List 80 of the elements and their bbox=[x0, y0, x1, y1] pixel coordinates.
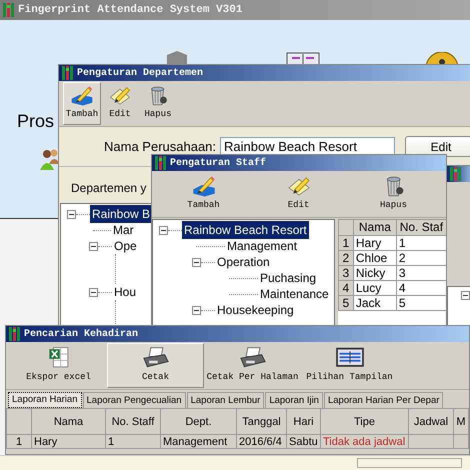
column-header[interactable]: No. Staff bbox=[106, 408, 160, 434]
tree-item[interactable]: Housekeeping bbox=[215, 301, 296, 319]
app-logo-icon bbox=[9, 327, 20, 341]
window-title: Fingerprint Attendance System V301 bbox=[18, 2, 242, 18]
table-cell: Lucy bbox=[353, 280, 396, 296]
tree-item[interactable]: Management bbox=[225, 237, 300, 255]
row-number: 1 bbox=[338, 236, 354, 250]
row-number: 3 bbox=[338, 266, 354, 280]
app-logo-icon bbox=[62, 66, 73, 80]
table-cell: Chloe bbox=[353, 250, 396, 266]
field-label: Departemen y bbox=[71, 181, 146, 195]
row-number: 2 bbox=[338, 250, 354, 266]
tree-item[interactable]: Hou bbox=[112, 283, 138, 301]
toolbar-button[interactable]: Hapus bbox=[139, 82, 177, 125]
toolbar-button[interactable]: Ekspor excel bbox=[10, 343, 107, 388]
expander-icon[interactable] bbox=[192, 258, 201, 266]
column-header[interactable]: Tipe bbox=[320, 408, 408, 434]
table-cell: 1 bbox=[106, 434, 160, 448]
tree-item[interactable]: Rainbow Beach Resort bbox=[182, 221, 309, 239]
table-cell: Management bbox=[160, 434, 236, 448]
header-corner bbox=[338, 220, 354, 236]
company-name-field[interactable]: Rainbow Beach Resort bbox=[220, 136, 396, 156]
toolbar-button[interactable]: Hapus bbox=[346, 172, 441, 216]
report-tab[interactable]: Laporan Pengecualian bbox=[82, 392, 186, 408]
section-heading: Pros bbox=[17, 110, 54, 132]
window-title: Pengaturan Departemen bbox=[77, 66, 204, 80]
toolbar-button[interactable]: Pilihan Tampilan bbox=[301, 343, 398, 388]
column-header[interactable]: Hari bbox=[286, 408, 320, 434]
column-header[interactable]: No. Staf bbox=[396, 220, 446, 236]
tree-item[interactable]: Puchasing bbox=[258, 269, 318, 287]
field-label: Nama Perusahaan: bbox=[104, 138, 216, 156]
column-header[interactable]: Tanggal bbox=[236, 408, 286, 434]
report-tab[interactable]: Laporan Lembur bbox=[186, 392, 264, 408]
report-tab[interactable]: Laporan Harian Per Depar bbox=[324, 392, 444, 408]
tree-item[interactable]: Operation bbox=[215, 253, 272, 271]
report-tab[interactable]: Laporan Harian bbox=[8, 392, 82, 408]
tree-item[interactable]: Rainbow B bbox=[90, 205, 152, 223]
people-icon bbox=[40, 148, 60, 170]
table-cell: 1 bbox=[396, 236, 446, 250]
table-cell: 3 bbox=[396, 266, 446, 280]
table-cell: Jack bbox=[353, 296, 396, 310]
tree-item[interactable]: Mar bbox=[111, 221, 136, 239]
tree-item[interactable]: Ope bbox=[112, 237, 139, 255]
expander-icon[interactable] bbox=[461, 291, 470, 300]
edit-button[interactable]: Edit bbox=[405, 136, 470, 157]
table-cell: 2 bbox=[396, 250, 446, 266]
row-number: 1 bbox=[6, 434, 32, 448]
toolbar-button[interactable]: Tambah bbox=[156, 172, 251, 216]
row-number: 4 bbox=[338, 280, 354, 296]
toolbar-button[interactable]: Edit bbox=[101, 82, 139, 125]
table-cell: Sabtu bbox=[286, 434, 320, 448]
report-tab[interactable]: Laporan Ijin bbox=[265, 392, 323, 408]
table-cell: 5 bbox=[396, 296, 446, 310]
app-logo-icon bbox=[3, 3, 14, 17]
column-header[interactable]: M bbox=[454, 408, 468, 434]
table-cell: Tidak ada jadwal bbox=[320, 434, 408, 448]
app-logo-icon bbox=[155, 156, 166, 170]
window-title: Pencarian Kehadiran bbox=[24, 328, 138, 342]
column-header[interactable]: Nama bbox=[353, 220, 396, 236]
expander-icon[interactable] bbox=[89, 288, 98, 296]
expander-icon[interactable] bbox=[89, 242, 98, 250]
toolbar-button[interactable]: Tambah bbox=[63, 82, 101, 125]
table-cell: 2016/6/4 bbox=[236, 434, 286, 448]
table-cell: Hary bbox=[353, 236, 396, 250]
expander-icon[interactable] bbox=[192, 306, 201, 314]
column-header[interactable]: Dept. bbox=[160, 408, 236, 434]
toolbar-button[interactable]: Edit bbox=[251, 172, 346, 216]
table-cell: 4 bbox=[396, 280, 446, 296]
row-number: 5 bbox=[338, 296, 354, 310]
column-header[interactable]: Nama bbox=[32, 408, 106, 434]
column-header[interactable]: Jadwal bbox=[408, 408, 454, 434]
toolbar-button[interactable]: Cetak Per Halaman bbox=[204, 343, 301, 388]
expander-icon[interactable] bbox=[159, 226, 168, 234]
app-logo-icon bbox=[450, 167, 461, 181]
toolbar-button[interactable]: Cetak bbox=[107, 343, 204, 388]
tree-item[interactable]: Maintenance bbox=[258, 285, 331, 303]
table-cell: Nicky bbox=[353, 266, 396, 280]
expander-icon[interactable] bbox=[67, 210, 76, 218]
window-title: Pengaturan Staff bbox=[170, 156, 266, 170]
table-cell: Hary bbox=[32, 434, 106, 448]
